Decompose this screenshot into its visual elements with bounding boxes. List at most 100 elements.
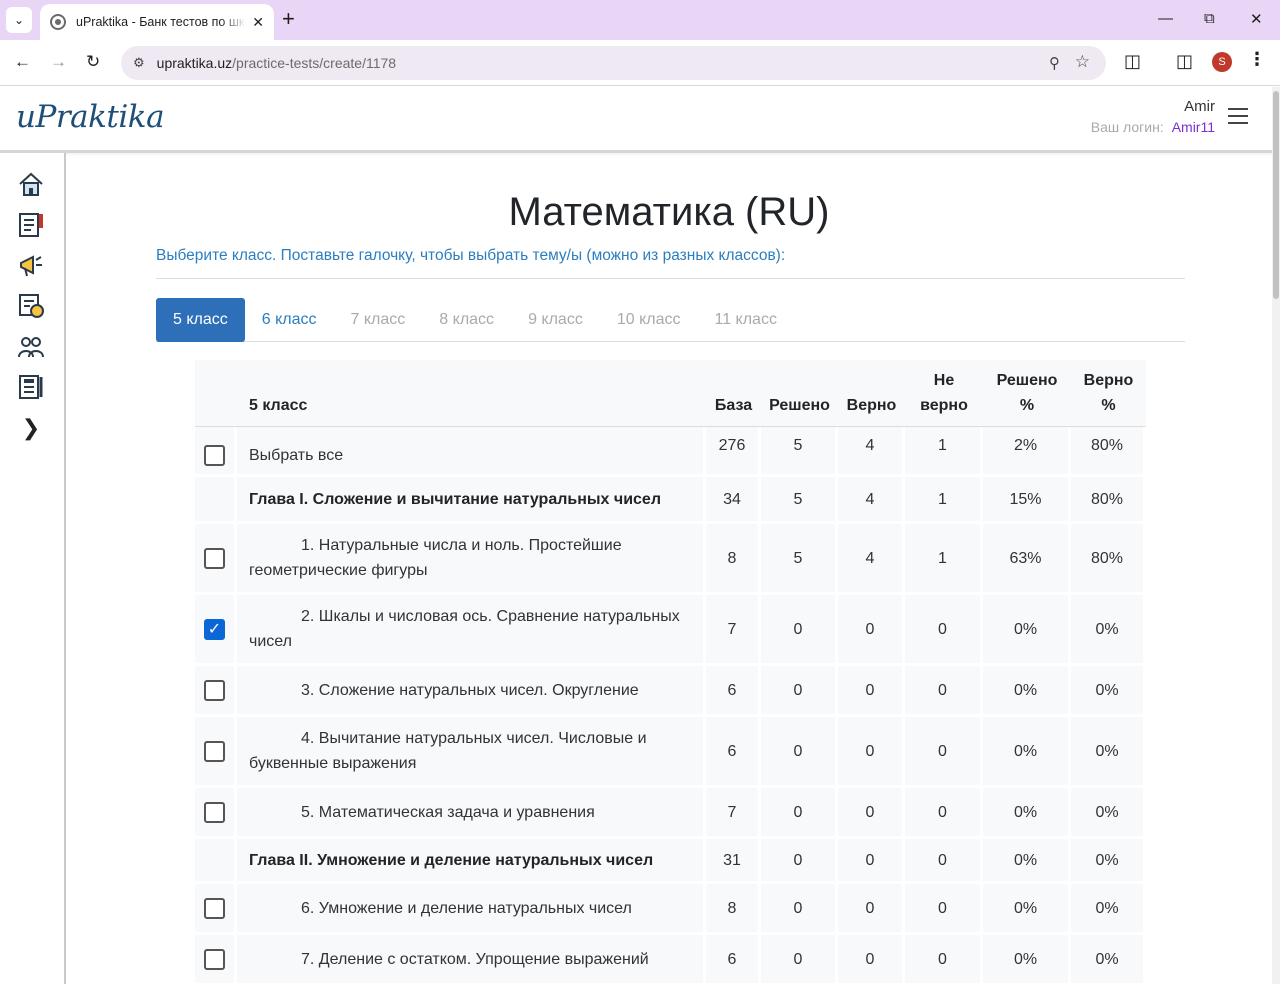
login-label: Ваш логин:: [1090, 119, 1164, 135]
select-all-checkbox[interactable]: [204, 445, 225, 467]
profile-avatar[interactable]: S: [1212, 52, 1232, 72]
tab-grade-6[interactable]: 6 класс: [245, 298, 334, 342]
cell-correct: 4: [838, 477, 905, 524]
topic-checkbox[interactable]: [204, 547, 225, 569]
cell-incorrect: 0: [905, 884, 983, 935]
header-incorrect: Не верно: [905, 360, 983, 427]
restore-icon[interactable]: ⧉: [1204, 10, 1215, 27]
cell-correct-pct: 0%: [1071, 884, 1146, 935]
cell-correct-pct: 0%: [1071, 788, 1146, 839]
bookmark-star-icon[interactable]: ☆: [1075, 52, 1090, 72]
topic-title: 7. Деление с остатком. Упрощение выражен…: [237, 935, 706, 986]
tab-grade-5[interactable]: 5 класс: [156, 297, 245, 342]
reload-icon[interactable]: ↻: [86, 52, 100, 72]
chevron-right-icon[interactable]: ❯: [16, 413, 46, 443]
cell-base: 7: [706, 595, 761, 666]
cell-correct-pct: 80%: [1071, 524, 1146, 595]
header-correct-pct-line2: %: [1101, 397, 1116, 414]
cell-solved: 0: [761, 839, 838, 884]
cell-incorrect: 0: [905, 666, 983, 717]
page: uPraktika Amir Ваш логин: Amir11 ❯ Матема…: [0, 87, 1280, 986]
checkbox-cell: [195, 717, 237, 788]
table-header-row: 5 класс База Решено Верно Не верно Решено…: [195, 360, 1146, 427]
topic-checkbox-checked[interactable]: ✓: [204, 618, 225, 640]
topic-title-text: 2. Шкалы и числовая ось. Сравнение натур…: [249, 608, 680, 650]
site-header: uPraktika Amir Ваш логин: Amir11: [0, 87, 1272, 153]
login-value[interactable]: Amir11: [1172, 119, 1215, 135]
cell-base: 6: [706, 717, 761, 788]
test-icon[interactable]: [16, 210, 46, 240]
topic-checkbox[interactable]: [204, 679, 225, 701]
topic-checkbox[interactable]: [204, 801, 225, 823]
side-panel-icon[interactable]: ◫: [1176, 51, 1193, 72]
topic-checkbox[interactable]: [204, 740, 225, 762]
cell-solved-pct: 0%: [983, 839, 1071, 884]
cell-correct: 4: [838, 427, 905, 477]
site-logo[interactable]: uPraktika: [16, 99, 165, 135]
header-grade: 5 класс: [237, 360, 706, 427]
hamburger-menu-icon[interactable]: [1228, 108, 1248, 129]
select-all-checkbox-cell: [195, 427, 237, 477]
tab-search-button[interactable]: ⌄: [6, 7, 32, 33]
cell-incorrect: 0: [905, 935, 983, 986]
tab-grade-7[interactable]: 7 класс: [334, 298, 423, 342]
tab-grade-11[interactable]: 11 класс: [697, 298, 793, 342]
topic-checkbox[interactable]: [204, 948, 225, 970]
megaphone-icon[interactable]: [16, 250, 46, 280]
forward-icon[interactable]: →: [50, 52, 67, 72]
tab-grade-10[interactable]: 10 класс: [600, 298, 698, 342]
cell-base: 8: [706, 884, 761, 935]
url-host: upraktika.uz: [156, 55, 233, 71]
browser-tab-strip: ⌄ uPraktika - Банк тестов по школьным пр…: [0, 0, 1280, 40]
browser-tab[interactable]: uPraktika - Банк тестов по школьным пред…: [40, 4, 274, 40]
cell-correct: 0: [838, 595, 905, 666]
scrollbar-thumb[interactable]: [1273, 91, 1279, 299]
back-icon[interactable]: ←: [14, 52, 31, 72]
topic-title-text: 1. Натуральные числа и ноль. Простейшие …: [249, 537, 622, 579]
cell-solved: 5: [761, 477, 838, 524]
address-bar[interactable]: ⚙ upraktika.uz/practice-tests/create/117…: [121, 46, 1106, 80]
cell-base: 34: [706, 477, 761, 524]
cell-correct-pct: 0%: [1071, 595, 1146, 666]
topic-title-text: 3. Сложение натуральных чисел. Округлени…: [301, 681, 639, 699]
topic-row: 6. Умножение и деление натуральных чисел…: [195, 884, 1146, 935]
cell-solved-pct: 0%: [983, 595, 1071, 666]
minimize-icon[interactable]: —: [1158, 10, 1173, 27]
topic-title-text: 7. Деление с остатком. Упрощение выражен…: [301, 950, 649, 968]
cell-correct: 4: [838, 524, 905, 595]
cell-correct: 0: [838, 884, 905, 935]
new-tab-button[interactable]: +: [282, 8, 295, 30]
tab-grade-8[interactable]: 8 класс: [422, 298, 511, 342]
chapter-row: Глава II. Умножение и деление натуральны…: [195, 839, 1146, 884]
topic-row: 4. Вычитание натуральных чисел. Числовые…: [195, 717, 1146, 788]
topic-title: 1. Натуральные числа и ноль. Простейшие …: [237, 524, 706, 595]
cell-incorrect: 0: [905, 595, 983, 666]
chapter-title: Глава II. Умножение и деление натуральны…: [237, 839, 706, 884]
cell-solved-pct: 0%: [983, 788, 1071, 839]
close-tab-icon[interactable]: ✕: [252, 14, 264, 31]
browser-menu-icon[interactable]: ⋮: [1248, 49, 1266, 69]
cell-solved: 0: [761, 788, 838, 839]
zoom-icon[interactable]: ⚲: [1049, 54, 1060, 72]
header-base: База: [706, 360, 761, 427]
exam-icon[interactable]: [16, 372, 46, 402]
select-all-label: Выбрать все: [237, 427, 706, 477]
certificate-icon[interactable]: [16, 291, 46, 321]
checkbox-cell: [195, 884, 237, 935]
header-solved-pct-line1: Решено: [996, 372, 1058, 389]
user-name: Amir: [1184, 98, 1215, 115]
site-settings-icon[interactable]: ⚙: [133, 55, 145, 71]
topic-checkbox[interactable]: [204, 897, 225, 919]
home-icon[interactable]: [16, 169, 46, 199]
users-icon[interactable]: [16, 332, 46, 362]
tab-grade-9[interactable]: 9 класс: [511, 298, 600, 342]
topic-title-text: 6. Умножение и деление натуральных чисел: [301, 899, 632, 917]
window-close-icon[interactable]: ✕: [1250, 10, 1263, 28]
cell-correct-pct: 0%: [1071, 666, 1146, 717]
cell-base: 7: [706, 788, 761, 839]
page-scrollbar[interactable]: [1272, 87, 1280, 984]
extensions-icon[interactable]: ◫: [1124, 51, 1141, 72]
cell-incorrect: 0: [905, 839, 983, 884]
cell-solved: 0: [761, 935, 838, 986]
main-content: Математика (RU) Выберите класс. Поставьт…: [66, 153, 1272, 986]
